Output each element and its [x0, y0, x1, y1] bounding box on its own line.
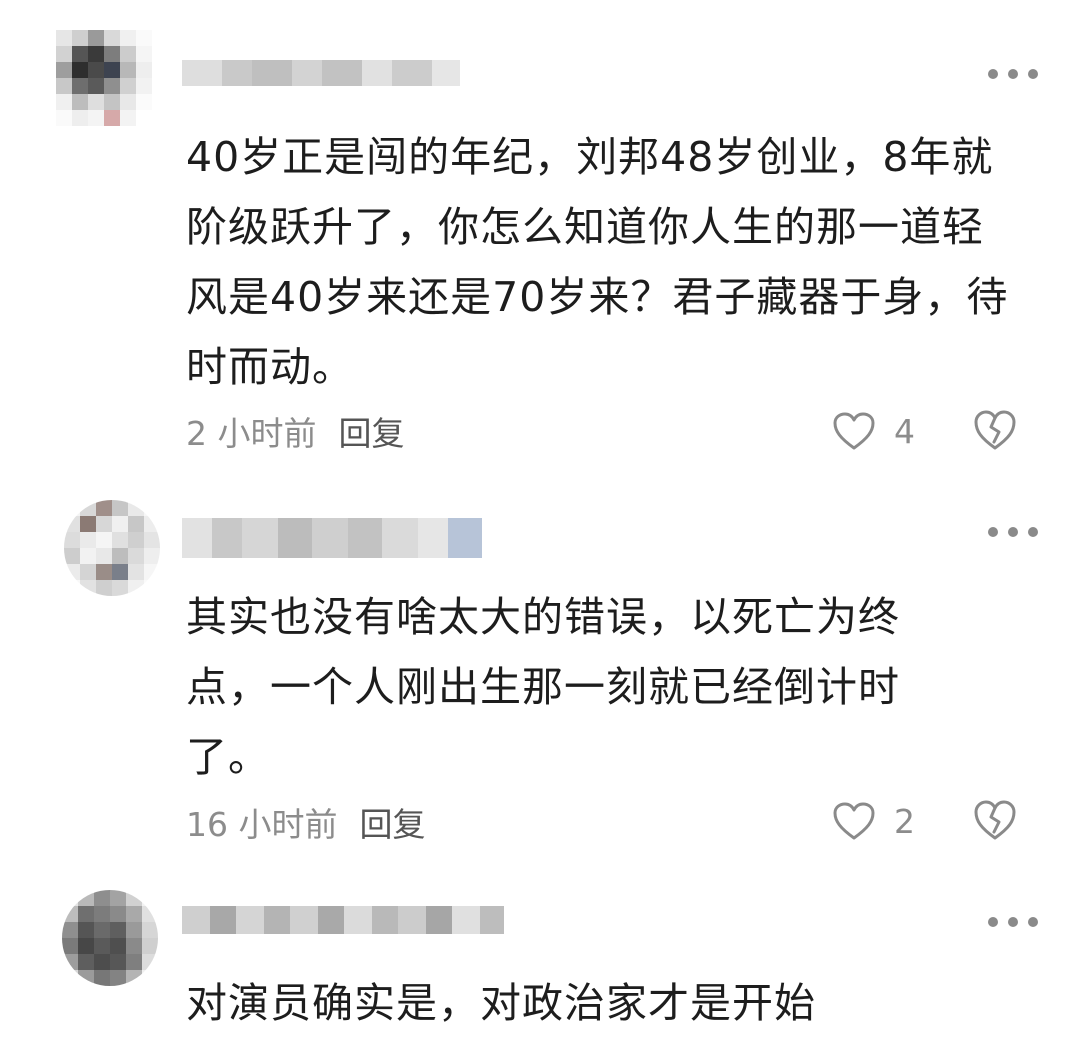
username-redacted[interactable] — [182, 906, 504, 934]
avatar[interactable] — [62, 890, 158, 986]
dislike-button[interactable] — [972, 798, 1020, 846]
comment-time: 2 小时前 — [186, 414, 317, 453]
comment-text: 对演员确实是，对政治家才是开始 — [186, 979, 816, 1027]
like-count: 2 — [894, 801, 915, 841]
comment-text: 40岁正是闯的年纪，刘邦48岁创业，8年就阶级跃升了，你怎么知道你人生的那一道轻… — [186, 133, 1009, 391]
more-dots-icon[interactable] — [988, 64, 1038, 84]
comment-text: 其实也没有啥太大的错误，以死亡为终点，一个人刚出生那一刻就已经倒计时了。 — [186, 593, 900, 781]
broken-heart-icon — [974, 410, 1016, 450]
like-button[interactable]: 4 — [832, 406, 932, 456]
like-count: 4 — [894, 411, 915, 451]
heart-outline-icon — [833, 802, 875, 840]
like-button[interactable]: 2 — [832, 796, 932, 846]
comment-meta: 2 小时前 回复 — [186, 406, 405, 456]
more-dots-icon[interactable] — [988, 912, 1038, 932]
comment-time: 16 小时前 — [186, 805, 338, 844]
reply-button[interactable]: 回复 — [359, 798, 425, 846]
broken-heart-icon — [974, 800, 1016, 840]
avatar[interactable] — [64, 500, 160, 596]
more-dots-icon[interactable] — [988, 522, 1038, 542]
username-redacted[interactable] — [182, 518, 482, 558]
username-redacted[interactable] — [182, 60, 460, 86]
avatar[interactable] — [56, 30, 152, 126]
comment-meta: 16 小时前 回复 — [186, 797, 425, 847]
reply-button[interactable]: 回复 — [339, 407, 405, 455]
dislike-button[interactable] — [972, 408, 1020, 456]
heart-outline-icon — [833, 412, 875, 450]
